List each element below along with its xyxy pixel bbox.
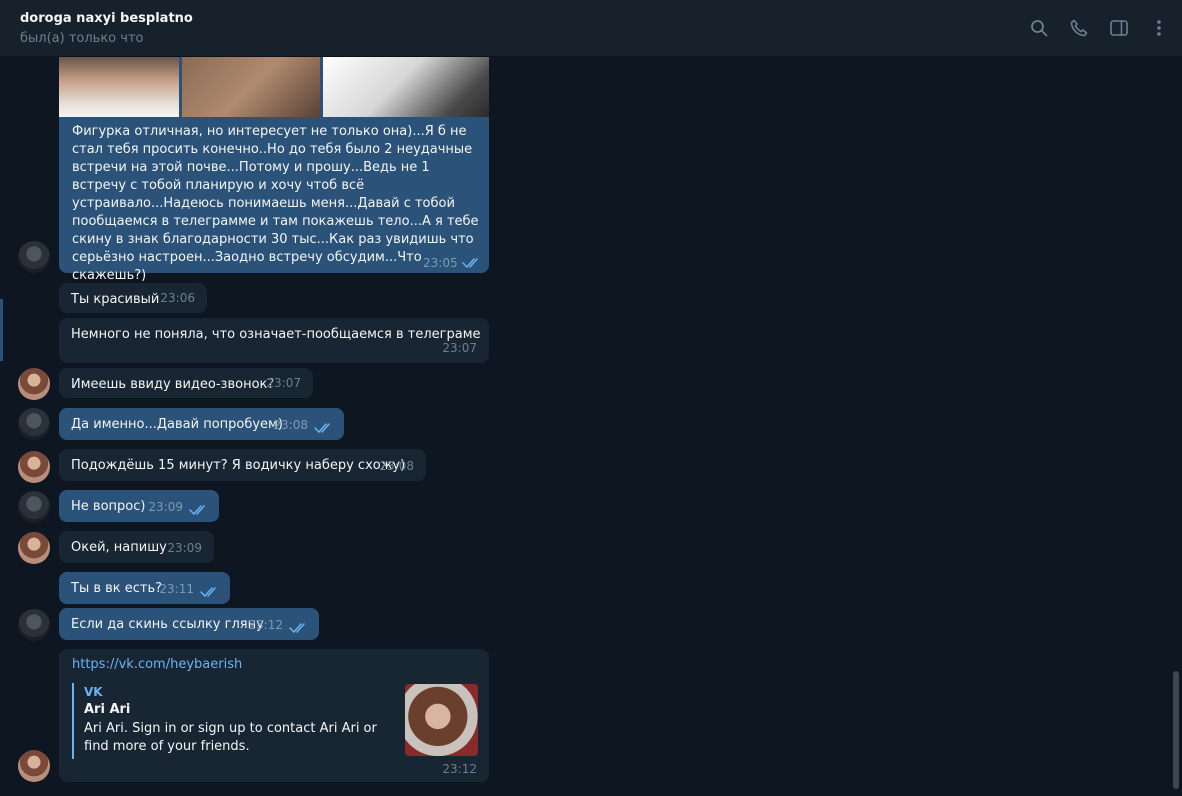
message-text: Ты красивый [71,292,160,307]
message-time: 23:08 [273,418,308,432]
message-incoming[interactable]: Ты красивый 23:06 [59,283,207,313]
message-text: Если да скинь ссылку гляну [71,617,264,632]
message-outgoing[interactable]: Ты в вк есть? 23:11 [59,572,230,604]
double-check-icon [200,587,216,598]
message-time: 23:07 [442,341,477,355]
avatar[interactable] [18,750,50,782]
message-incoming[interactable]: Имеешь ввиду видео-звонок? 23:07 [59,368,313,398]
selection-indicator [0,299,3,361]
double-check-icon [314,423,330,434]
message-text: Имеешь ввиду видео-звонок? [71,377,275,392]
message-outgoing[interactable]: Если да скинь ссылку гляну 23:12 [59,608,319,640]
message-incoming[interactable]: Подождёшь 15 минут? Я водичку наберу схо… [59,449,426,481]
chat-status: был(а) только что [20,31,144,46]
avatar[interactable] [18,609,50,641]
message-text: Подождёшь 15 минут? Я водичку наберу схо… [71,458,406,473]
more-vertical-icon[interactable] [1148,17,1170,39]
chat-header: doroga naxyi besplatno был(а) только что [0,0,1182,57]
link-preview-description: Ari Ari. Sign in or sign up to contact A… [84,721,377,754]
avatar[interactable] [18,532,50,564]
scrollbar[interactable] [1170,57,1182,796]
header-actions [1028,17,1170,39]
avatar[interactable] [18,451,50,483]
message-text: Окей, напишу [71,540,167,555]
avatar[interactable] [18,491,50,523]
link-preview-site: VK [84,685,103,699]
avatar[interactable] [18,408,50,440]
message-incoming[interactable]: https://vk.com/heybaerish VK Ari Ari Ari… [59,649,489,782]
message-time: 23:07 [266,376,301,390]
photo[interactable] [323,57,489,117]
double-check-icon [462,258,478,269]
message-incoming[interactable]: Немного не поняла, что означает-пообщаем… [59,318,489,363]
photo[interactable] [59,57,179,117]
chat-title[interactable]: doroga naxyi besplatno [20,11,193,26]
message-outgoing[interactable]: Не вопрос) 23:09 [59,490,219,522]
link-preview-image[interactable] [405,684,478,756]
scrollbar-thumb[interactable] [1173,671,1179,789]
message-incoming[interactable]: Окей, напишу 23:09 [59,531,214,563]
message-text: Не вопрос) [71,499,146,514]
message-time: 23:11 [159,582,194,596]
message-outgoing[interactable]: Да именно...Давай попробуем) 23:08 [59,408,344,440]
message-text: Да именно...Давай попробуем) [71,417,283,432]
message-text: Фигурка отличная, но интересует не тольк… [72,124,479,283]
photo[interactable] [182,57,320,117]
photo-album[interactable] [59,57,489,117]
message-time: 23:09 [148,500,183,514]
message-time: 23:05 [423,256,458,270]
message-time: 23:06 [160,291,195,305]
message-link[interactable]: https://vk.com/heybaerish [72,657,242,672]
phone-icon[interactable] [1068,17,1090,39]
message-time: 23:12 [248,618,283,632]
double-check-icon [289,623,305,634]
message-time: 23:09 [167,541,202,555]
avatar[interactable] [18,241,50,273]
message-list[interactable]: Фигурка отличная, но интересует не тольк… [0,57,1170,796]
search-icon[interactable] [1028,17,1050,39]
message-time: 23:12 [442,762,477,776]
message-text: Ты в вк есть? [71,581,163,596]
message-text: Немного не поняла, что означает-пообщаем… [71,327,481,342]
message-time: 23:08 [379,459,414,473]
sidebar-toggle-icon[interactable] [1108,17,1130,39]
link-preview-title: Ari Ari [84,702,131,717]
avatar[interactable] [18,368,50,400]
link-preview[interactable]: VK Ari Ari Ari Ari. Sign in or sign up t… [72,683,478,759]
double-check-icon [189,505,205,516]
